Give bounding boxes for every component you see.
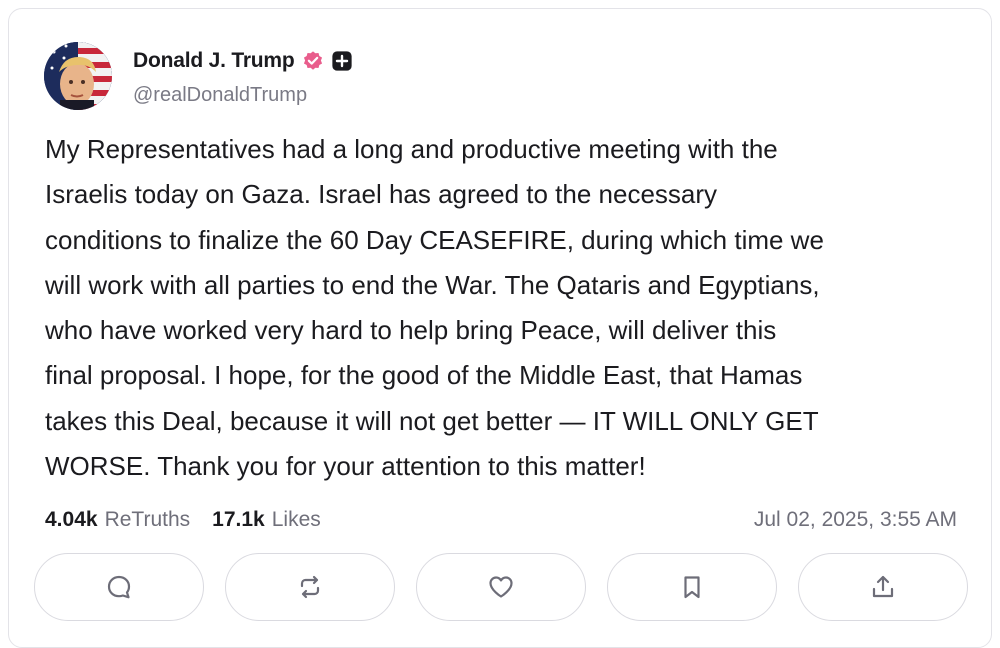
reply-button[interactable] [34, 553, 204, 621]
plus-icon [331, 50, 353, 72]
like-button[interactable] [416, 553, 586, 621]
retruths-count: 4.04k [45, 508, 98, 531]
author-handle[interactable]: @realDonaldTrump [133, 84, 307, 107]
retruths-stat[interactable]: 4.04k ReTruths [45, 508, 190, 532]
retruth-icon [300, 575, 320, 599]
author-display-name[interactable]: Donald J. Trump [133, 49, 295, 73]
post-body-text: My Representatives had a long and produc… [45, 134, 824, 482]
reply-icon [107, 575, 131, 599]
retruth-button[interactable] [225, 553, 395, 621]
heart-icon [489, 576, 513, 598]
share-button[interactable] [798, 553, 968, 621]
bookmark-icon [684, 576, 700, 599]
author-avatar[interactable] [44, 42, 112, 110]
likes-count: 17.1k [212, 508, 265, 531]
retruths-label: ReTruths [104, 508, 191, 531]
verified-badge-icon [302, 50, 324, 72]
post-card: Donald J. Trump @realDonaldTrump My Repr… [8, 8, 992, 648]
post-stats: 4.04k ReTruths 17.1k Likes Jul 02, 2025,… [45, 504, 957, 536]
author-name-row: Donald J. Trump [133, 47, 353, 75]
post-actions [34, 553, 968, 621]
bookmark-button[interactable] [607, 553, 777, 621]
post-timestamp[interactable]: Jul 02, 2025, 3:55 AM [754, 508, 957, 532]
avatar-image [44, 42, 112, 110]
share-icon [872, 575, 894, 598]
likes-stat[interactable]: 17.1k Likes [212, 508, 321, 532]
likes-label: Likes [271, 508, 321, 531]
